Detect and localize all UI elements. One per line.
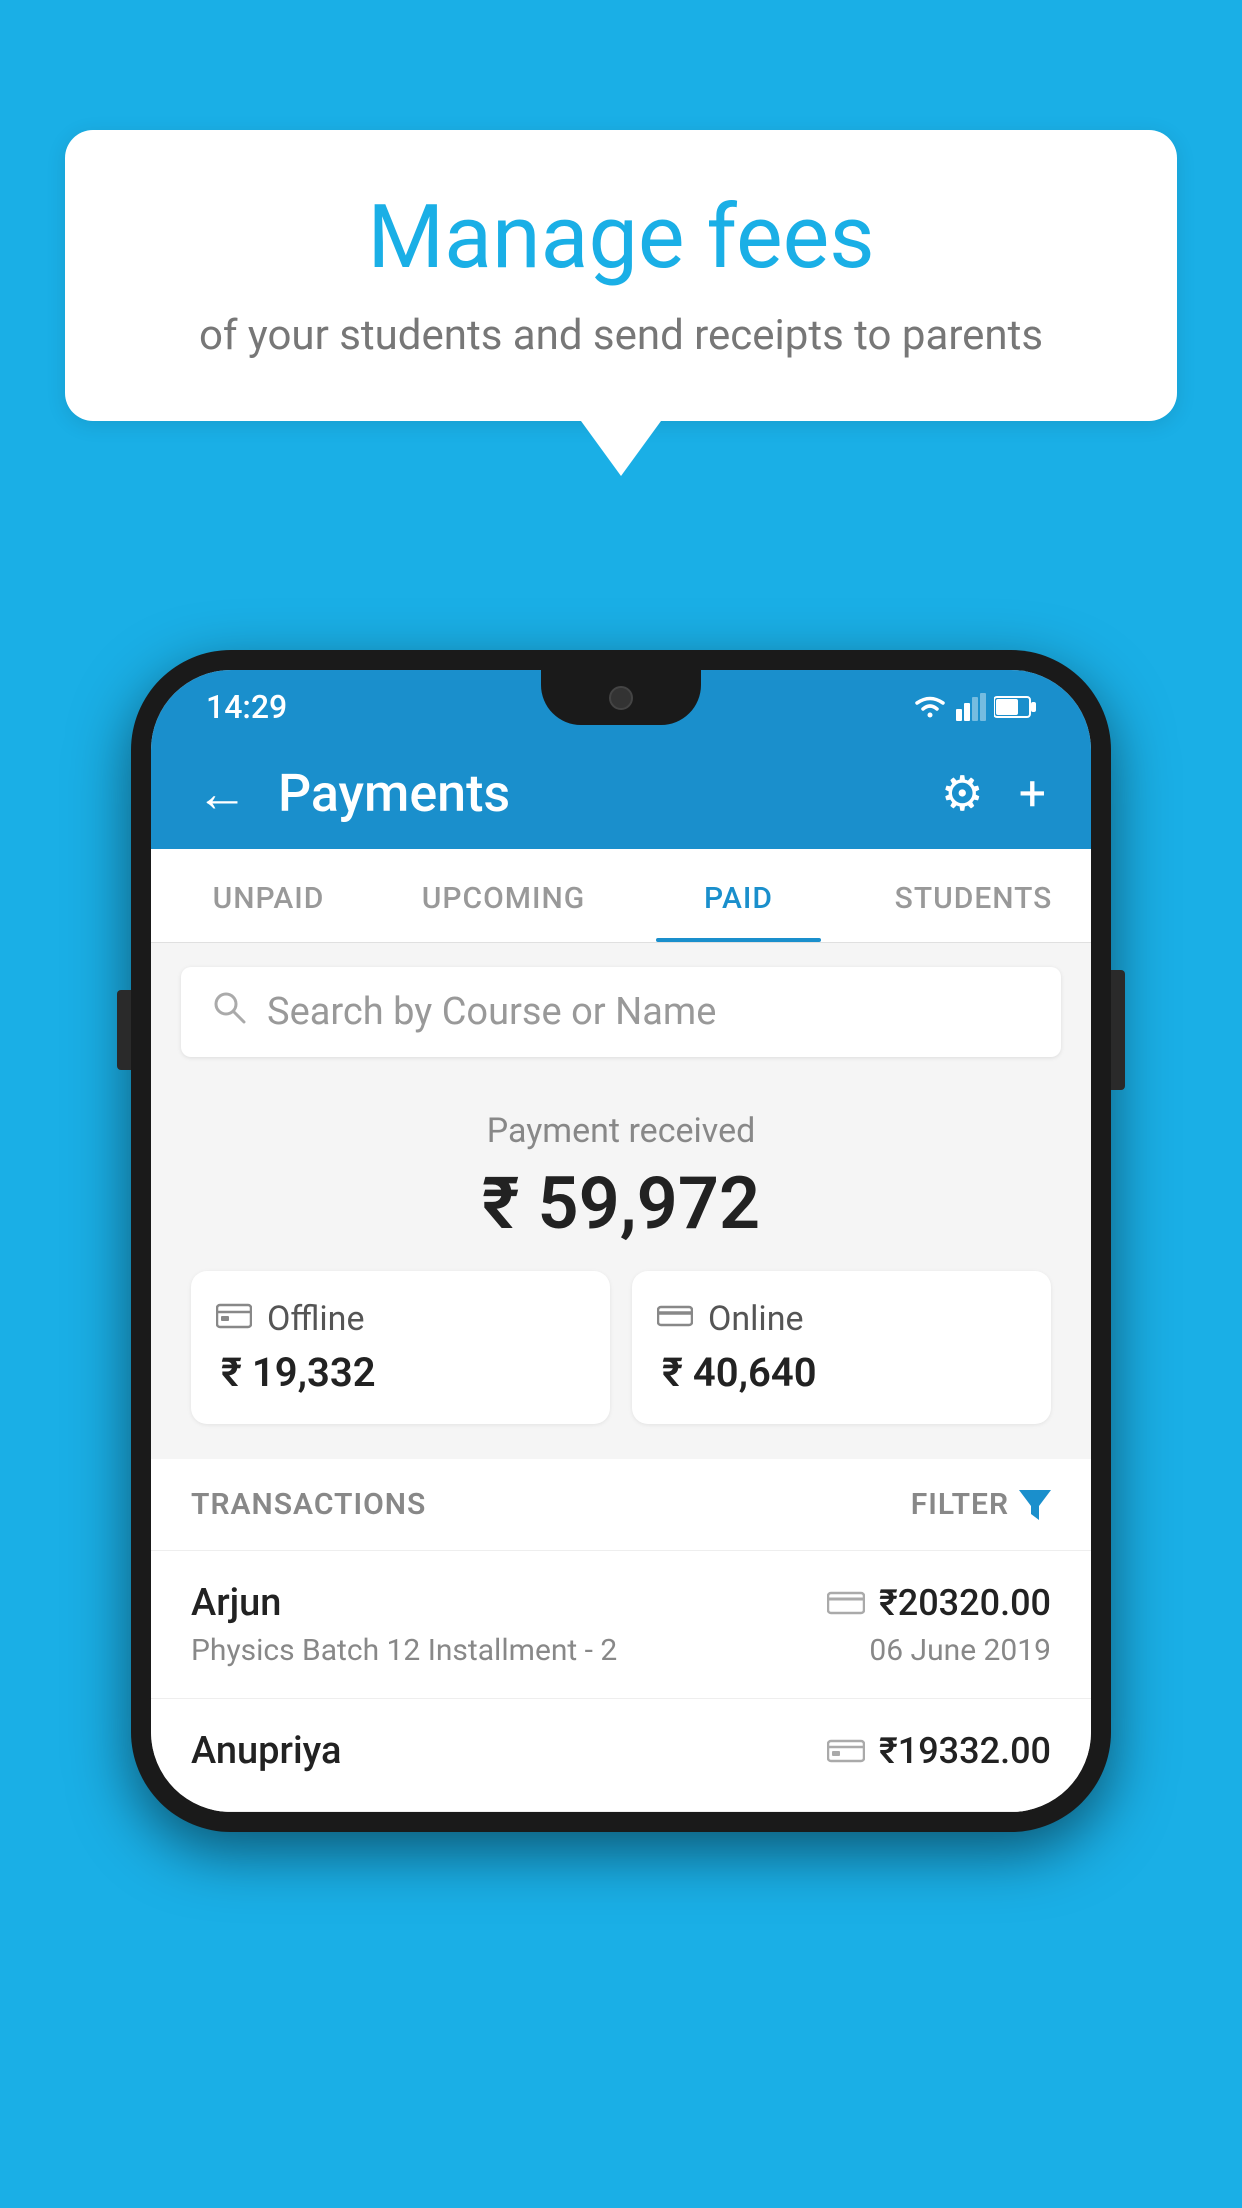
phone-wrapper: 14:29 [131, 650, 1111, 1832]
app-header: ← Payments ⚙ + [151, 738, 1091, 849]
transaction-course: Physics Batch 12 Installment - 2 [191, 1633, 617, 1668]
transaction-row-bottom: Physics Batch 12 Installment - 2 06 June… [191, 1633, 1051, 1668]
filter-icon [1019, 1490, 1051, 1520]
transaction-row-top-2: Anupriya ₹19332.00 [191, 1729, 1051, 1773]
status-bar: 14:29 [151, 670, 1091, 738]
notch [541, 670, 701, 725]
filter-button[interactable]: FILTER [911, 1487, 1051, 1522]
payment-received-amount: ₹ 59,972 [191, 1161, 1051, 1246]
payment-cards: Offline ₹ 19,332 [191, 1271, 1051, 1424]
transactions-header: TRANSACTIONS FILTER [151, 1459, 1091, 1551]
bubble-pointer [581, 421, 661, 476]
search-placeholder-text: Search by Course or Name [267, 990, 716, 1034]
online-icon [657, 1299, 693, 1339]
offline-payment-card: Offline ₹ 19,332 [191, 1271, 610, 1424]
transactions-label: TRANSACTIONS [191, 1487, 426, 1522]
transaction-row[interactable]: Arjun ₹20320.00 Physics Batch 12 Install… [151, 1551, 1091, 1699]
page-title: Payments [278, 763, 510, 824]
tabs-container: UNPAID UPCOMING PAID STUDENTS [151, 849, 1091, 943]
search-container: Search by Course or Name [151, 943, 1091, 1081]
offline-card-header: Offline [216, 1299, 364, 1339]
search-bar[interactable]: Search by Course or Name [181, 967, 1061, 1057]
transaction-name: Arjun [191, 1581, 281, 1625]
transaction-row[interactable]: Anupriya ₹19332.00 [151, 1699, 1091, 1812]
transaction-amount-2: ₹19332.00 [879, 1730, 1051, 1772]
background: Manage fees of your students and send re… [0, 0, 1242, 2208]
battery-icon [994, 696, 1036, 718]
online-payment-card: Online ₹ 40,640 [632, 1271, 1051, 1424]
speech-bubble-wrapper: Manage fees of your students and send re… [65, 130, 1177, 476]
notch-camera [609, 686, 633, 710]
tab-unpaid[interactable]: UNPAID [151, 849, 386, 942]
transaction-row-top: Arjun ₹20320.00 [191, 1581, 1051, 1625]
payment-summary: Payment received ₹ 59,972 [151, 1081, 1091, 1459]
back-button[interactable]: ← [196, 768, 248, 820]
card-payment-icon [827, 1589, 865, 1617]
payment-received-label: Payment received [191, 1111, 1051, 1151]
speech-bubble: Manage fees of your students and send re… [65, 130, 1177, 421]
settings-button[interactable]: ⚙ [941, 765, 984, 822]
app-header-right: ⚙ + [941, 765, 1046, 822]
status-bar-time: 14:29 [206, 688, 287, 726]
phone-screen: 14:29 [151, 670, 1091, 1812]
speech-bubble-title: Manage fees [115, 190, 1127, 287]
offline-icon [216, 1299, 252, 1339]
wifi-icon [912, 693, 948, 721]
offline-label: Offline [267, 1299, 364, 1339]
add-button[interactable]: + [1019, 765, 1046, 822]
tab-paid[interactable]: PAID [621, 849, 856, 942]
transaction-amount-wrapper: ₹20320.00 [827, 1582, 1051, 1624]
search-icon [211, 989, 247, 1035]
phone-frame: 14:29 [131, 650, 1111, 1832]
online-label: Online [708, 1299, 804, 1339]
filter-label: FILTER [911, 1487, 1009, 1522]
transaction-amount: ₹20320.00 [879, 1582, 1051, 1624]
speech-bubble-subtitle: of your students and send receipts to pa… [115, 307, 1127, 366]
online-card-header: Online [657, 1299, 804, 1339]
transaction-amount-wrapper-2: ₹19332.00 [827, 1730, 1051, 1772]
status-bar-icons [912, 693, 1036, 721]
transaction-name-2: Anupriya [191, 1729, 341, 1773]
app-header-left: ← Payments [196, 763, 510, 824]
online-amount: ₹ 40,640 [657, 1349, 817, 1396]
tab-upcoming[interactable]: UPCOMING [386, 849, 621, 942]
signal-icon [956, 693, 986, 721]
transaction-date: 06 June 2019 [869, 1633, 1051, 1668]
offline-payment-icon [827, 1737, 865, 1765]
tab-students[interactable]: STUDENTS [856, 849, 1091, 942]
offline-amount: ₹ 19,332 [216, 1349, 376, 1396]
